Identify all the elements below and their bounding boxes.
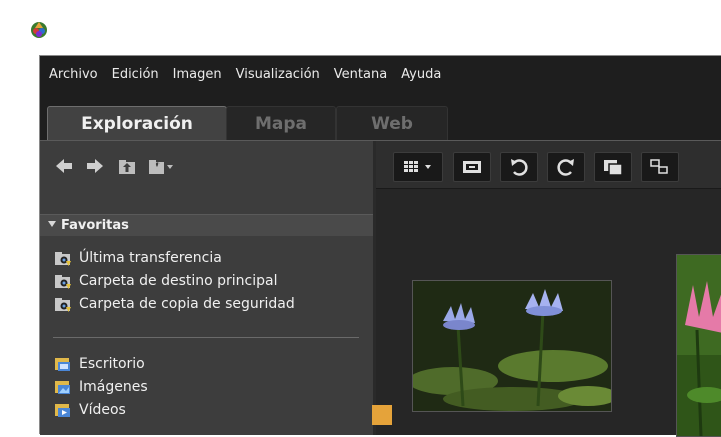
arrow-right-icon[interactable] xyxy=(84,155,106,177)
rotate-right-button[interactable] xyxy=(547,152,585,182)
fit-view-icon xyxy=(463,161,481,173)
menu-visualizacion[interactable]: Visualización xyxy=(229,62,327,86)
section-separator xyxy=(53,337,359,338)
more-icon xyxy=(650,159,668,174)
camera-folder-icon xyxy=(55,252,71,266)
chevron-down-icon[interactable] xyxy=(165,155,175,177)
camera-folder-icon xyxy=(55,298,71,312)
pictures-folder-icon xyxy=(55,381,70,394)
list-item-label: Carpeta de copia de seguridad xyxy=(79,296,295,312)
location-item-escritorio[interactable]: Escritorio xyxy=(54,354,145,374)
favorite-item-carpeta-copia[interactable]: Carpeta de copia de seguridad xyxy=(54,294,295,314)
window-titlebar xyxy=(0,0,721,55)
desktop-folder-icon xyxy=(55,358,70,371)
compare-button[interactable] xyxy=(594,152,632,182)
thumbnail-area xyxy=(376,141,721,437)
tab-exploracion[interactable]: Exploración xyxy=(47,106,227,140)
menu-archivo[interactable]: Archivo xyxy=(40,62,105,86)
folder-up-icon[interactable] xyxy=(116,155,138,177)
rotate-left-icon xyxy=(511,159,528,176)
menu-bar: Archivo Edición Imagen Visualización Ven… xyxy=(40,62,448,86)
videos-folder-icon xyxy=(55,404,70,417)
tab-mapa[interactable]: Mapa xyxy=(226,106,336,140)
grid-view-button[interactable] xyxy=(393,152,443,182)
favorites-title: Favoritas xyxy=(61,218,129,233)
view-toolbar xyxy=(376,141,721,189)
list-item-label: Última transferencia xyxy=(79,250,222,266)
location-item-videos[interactable]: Vídeos xyxy=(54,400,126,420)
application-window: Archivo Edición Imagen Visualización Ven… xyxy=(39,55,721,437)
camera-folder-icon xyxy=(55,275,71,289)
location-item-imagenes[interactable]: Imágenes xyxy=(54,377,148,397)
workspace-tabs: Exploración Mapa Web xyxy=(40,106,721,140)
menu-edicion[interactable]: Edición xyxy=(105,62,166,86)
tab-web[interactable]: Web xyxy=(336,106,448,140)
thumbnail-image[interactable] xyxy=(676,254,721,437)
more-button[interactable] xyxy=(641,152,679,182)
thumbnail-image[interactable] xyxy=(412,280,612,412)
arrow-left-icon[interactable] xyxy=(53,155,75,177)
collapse-triangle-icon[interactable] xyxy=(48,221,56,227)
list-item-label: Escritorio xyxy=(79,356,145,372)
grid-view-icon xyxy=(404,161,431,172)
list-item-label: Imágenes xyxy=(79,379,148,395)
favorite-item-carpeta-destino[interactable]: Carpeta de destino principal xyxy=(54,271,278,291)
browser-panel: Favoritas Última transferencia Carpeta d… xyxy=(40,141,373,435)
favorites-section-header[interactable]: Favoritas xyxy=(40,214,373,236)
list-item-label: Vídeos xyxy=(79,402,126,418)
app-logo-icon[interactable] xyxy=(29,19,49,39)
rating-badge xyxy=(372,405,392,425)
favorite-item-ultima-transferencia[interactable]: Última transferencia xyxy=(54,248,222,268)
list-item-label: Carpeta de destino principal xyxy=(79,273,278,289)
rotate-right-icon xyxy=(557,159,574,176)
menu-ventana[interactable]: Ventana xyxy=(327,62,394,86)
navigation-toolbar xyxy=(40,141,373,187)
fit-view-button[interactable] xyxy=(453,152,491,182)
menu-ayuda[interactable]: Ayuda xyxy=(394,62,448,86)
menu-imagen[interactable]: Imagen xyxy=(166,62,229,86)
rotate-left-button[interactable] xyxy=(500,152,538,182)
compare-icon xyxy=(604,160,623,176)
